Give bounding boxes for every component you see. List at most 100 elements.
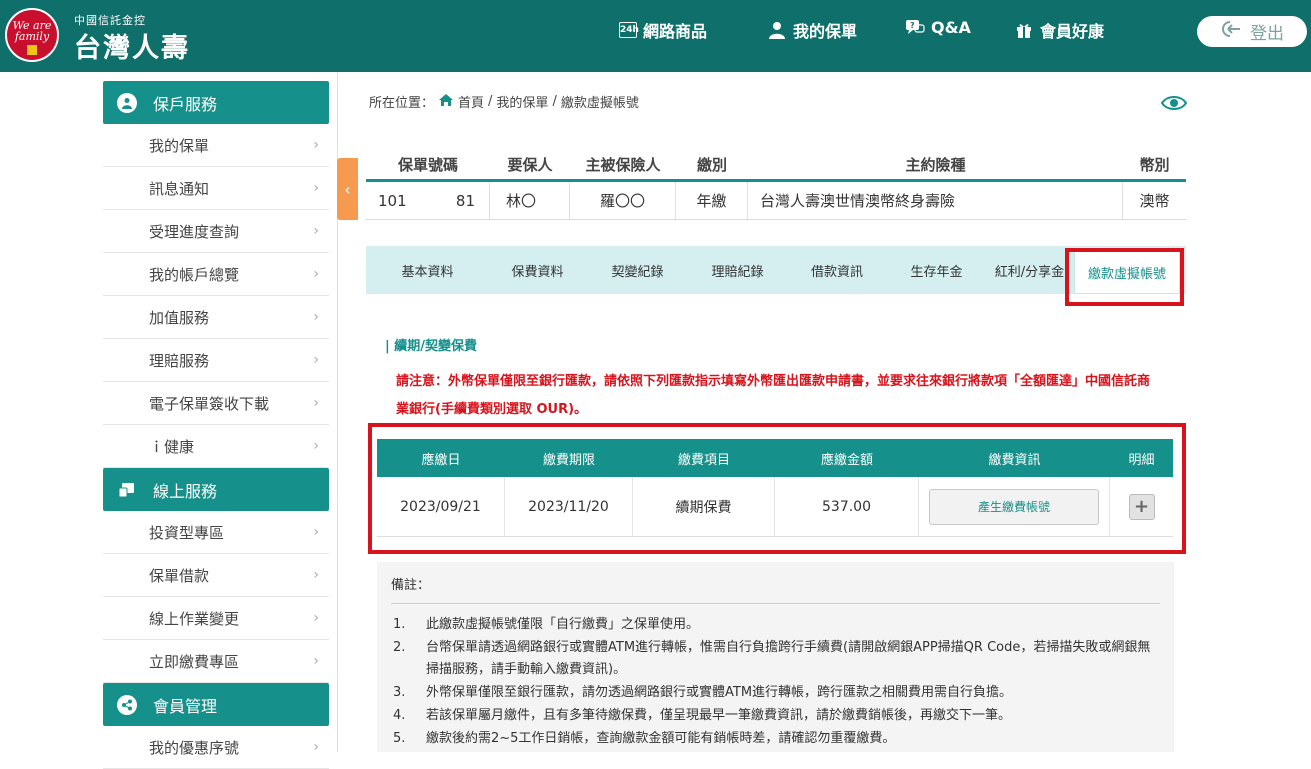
nav-member-offers-label: 會員好康 xyxy=(1040,22,1105,41)
sidebar-item-label: 理賠服務 xyxy=(149,351,210,370)
nav-online-products[interactable]: 24h 網路商品 xyxy=(619,18,707,42)
chevron-right-icon: › xyxy=(313,309,319,325)
sidebar-item-label: 我的保單 xyxy=(149,136,210,155)
expand-detail-plus-icon[interactable]: + xyxy=(1128,493,1155,520)
sidebar-item-label: 受理進度查詢 xyxy=(149,222,240,241)
list-item-text: 此繳款虛擬帳號僅限「自行繳費」之保單使用。 xyxy=(426,617,700,632)
column-header: 繳費期限 xyxy=(542,452,595,468)
sidebar-item-account-overview[interactable]: 我的帳戶總覽 › xyxy=(103,253,329,296)
chevron-right-icon: › xyxy=(313,524,319,540)
breadcrumb-current: 繳款虛擬帳號 xyxy=(560,96,639,111)
sidebar-section-title: 線上服務 xyxy=(153,481,218,501)
sidebar-item-value-added[interactable]: 加值服務 › xyxy=(103,296,329,339)
tab-claim-records[interactable]: 理賠紀錄 xyxy=(689,246,786,294)
chevron-right-icon: › xyxy=(313,180,319,196)
due-date-cell: 2023/09/21 xyxy=(377,477,505,536)
applicant-cell: 林〇 xyxy=(490,182,570,219)
we-are-family-logo[interactable]: We are family xyxy=(5,8,59,62)
nav-my-policy[interactable]: 我的保單 xyxy=(767,18,857,42)
sidebar-item-my-policy[interactable]: 我的保單 › xyxy=(103,124,329,167)
column-header: 保單號碼 xyxy=(397,156,458,174)
logout-button[interactable]: 登出 xyxy=(1197,16,1307,47)
sidebar-item-progress-query[interactable]: 受理進度查詢 › xyxy=(103,210,329,253)
breadcrumb-home-link[interactable]: 首頁 xyxy=(458,92,484,111)
nav-qa[interactable]: ? Q&A xyxy=(905,18,971,37)
insured-cell: 羅〇〇 xyxy=(570,182,676,219)
breadcrumb-separator: / xyxy=(488,94,493,109)
product-cell: 台灣人壽澳世情澳幣終身壽險 xyxy=(748,182,1123,219)
payment-table: 應繳日 繳費期限 繳費項目 應繳金額 繳費資訊 明細 2023/09/21 20… xyxy=(377,439,1173,537)
24h-product-icon: 24h xyxy=(619,22,639,38)
table-row: 2023/09/21 2023/11/20 續期保費 537.00 產生繳費帳號… xyxy=(377,477,1173,537)
list-item-text: 若該保單屬月繳件，且有多筆待繳保費，僅呈現最早一筆繳費資訊，請於繳費銷帳後，再繳… xyxy=(426,708,1012,723)
tab-basic-info[interactable]: 基本資料 xyxy=(366,246,489,294)
list-item: 1. 此繳款虛擬帳號僅限「自行繳費」之保單使用。 xyxy=(391,614,1160,636)
sidebar-item-label: 訊息通知 xyxy=(149,179,210,198)
remarks-list: 1. 此繳款虛擬帳號僅限「自行繳費」之保單使用。 2. 台幣保單請透過網路銀行或實體… xyxy=(391,614,1160,750)
share-icon xyxy=(117,694,137,715)
sidebar-item-label: 我的優惠序號 xyxy=(149,738,240,757)
sidebar-item-label: 投資型專區 xyxy=(149,523,225,542)
list-item: 2. 台幣保單請透過網路銀行或實體ATM進行轉帳，惟需自行負擔跨行手續費(請開啟網… xyxy=(391,637,1160,681)
breadcrumb-my-policy-link[interactable]: 我的保單 xyxy=(496,92,548,111)
sidebar-item-online-changes[interactable]: 線上作業變更 › xyxy=(103,597,329,640)
sidebar-item-label: 線上作業變更 xyxy=(149,609,240,628)
sidebar-item-instant-payment[interactable]: 立即繳費專區 › xyxy=(103,640,329,683)
chevron-right-icon: › xyxy=(313,352,319,368)
sidebar-section-member-management[interactable]: 會員管理 xyxy=(103,683,329,726)
sidebar-item-notifications[interactable]: 訊息通知 › xyxy=(103,167,329,210)
tab-survival-annuity[interactable]: 生存年金 xyxy=(888,246,985,294)
sidebar-item-i-health[interactable]: ｉ健康 › xyxy=(103,425,329,468)
online-service-icon xyxy=(117,480,137,500)
column-header: 應繳金額 xyxy=(820,452,873,468)
nav-my-policy-label: 我的保單 xyxy=(793,22,858,41)
sidebar-item-label: 加值服務 xyxy=(149,308,210,327)
section-label: | 續期/契變保費 xyxy=(385,339,478,354)
sidebar-item-e-policy-download[interactable]: 電子保單簽收下載 › xyxy=(103,382,329,425)
deadline-cell: 2023/11/20 xyxy=(505,477,633,536)
chevron-right-icon: › xyxy=(313,438,319,454)
top-header: We are family 中國信託金控 台灣人壽 24h 網路商品 我的保單 … xyxy=(0,0,1311,72)
list-item: 4. 若該保單屬月繳件，且有多筆待繳保費，僅呈現最早一筆繳費資訊，請於繳費銷帳後，… xyxy=(391,705,1160,727)
logo-text: We are family xyxy=(12,19,52,43)
nav-member-offers[interactable]: 會員好康 xyxy=(1014,18,1104,42)
qa-icon: ? xyxy=(905,19,925,37)
tab-change-records[interactable]: 契變紀錄 xyxy=(586,246,689,294)
home-icon[interactable] xyxy=(438,93,454,111)
column-header: 繳費項目 xyxy=(677,452,730,468)
sidebar-section-online-services[interactable]: 線上服務 xyxy=(103,468,329,511)
remarks-box: 備註： 1. 此繳款虛擬帳號僅限「自行繳費」之保單使用。 2. 台幣保單請透過網路銀… xyxy=(377,562,1174,752)
policy-tabs: 基本資料 保費資料 契變紀錄 理賠紀錄 借款資訊 生存年金 紅利/分享金 繳款虛… xyxy=(366,246,1186,294)
policy-number-part: 81 xyxy=(455,191,475,210)
pay-mode-cell: 年繳 xyxy=(676,182,748,219)
list-item: 3. 外幣保單僅限至銀行匯款，請勿透過網路銀行或實體ATM進行轉帳，跨行匯款之相關… xyxy=(391,682,1160,704)
policy-number-part: 101 xyxy=(378,191,407,210)
gift-icon xyxy=(1014,21,1034,39)
generate-account-button[interactable]: 產生繳費帳號 xyxy=(929,488,1099,525)
column-header: 應繳日 xyxy=(421,452,461,468)
sidebar-item-coupon-codes[interactable]: 我的優惠序號 › xyxy=(103,726,329,769)
column-header: 幣別 xyxy=(1139,156,1170,174)
tab-dividend[interactable]: 紅利/分享金 xyxy=(985,246,1074,294)
list-item-text: 外幣保單僅限至銀行匯款，請勿透過網路銀行或實體ATM進行轉帳，跨行匯款之相關費用… xyxy=(426,685,1013,700)
tab-loan-info[interactable]: 借款資訊 xyxy=(786,246,888,294)
eye-icon[interactable] xyxy=(1160,93,1188,117)
detail-cell: + xyxy=(1110,477,1173,536)
nav-online-products-label: 網路商品 xyxy=(643,22,708,41)
column-header: 繳費資訊 xyxy=(988,452,1041,468)
brand-title[interactable]: 台灣人壽 xyxy=(74,26,190,65)
column-header: 要保人 xyxy=(507,156,553,174)
sidebar-item-label: ｉ健康 xyxy=(149,437,195,456)
sidebar-item-policy-loan[interactable]: 保單借款 › xyxy=(103,554,329,597)
sidebar-item-investment-zone[interactable]: 投資型專區 › xyxy=(103,511,329,554)
sidebar-item-claims[interactable]: 理賠服務 › xyxy=(103,339,329,382)
chevron-right-icon: › xyxy=(313,653,319,669)
sidebar-section-policyholder-services[interactable]: 保戶服務 xyxy=(103,81,329,124)
remarks-title: 備註： xyxy=(391,574,1160,604)
sidebar-item-label: 我的帳戶總覽 xyxy=(149,265,240,284)
chevron-right-icon: › xyxy=(313,395,319,411)
red-notice-text: 請注意：外幣保單僅限至銀行匯款，請依照下列匯款指示填寫外幣匯出匯款申請書，並要求… xyxy=(396,374,1151,417)
highlight-box-tab xyxy=(1065,248,1184,306)
tab-premium-info[interactable]: 保費資料 xyxy=(489,246,586,294)
sidebar-collapse-button[interactable]: ‹ xyxy=(337,158,358,220)
